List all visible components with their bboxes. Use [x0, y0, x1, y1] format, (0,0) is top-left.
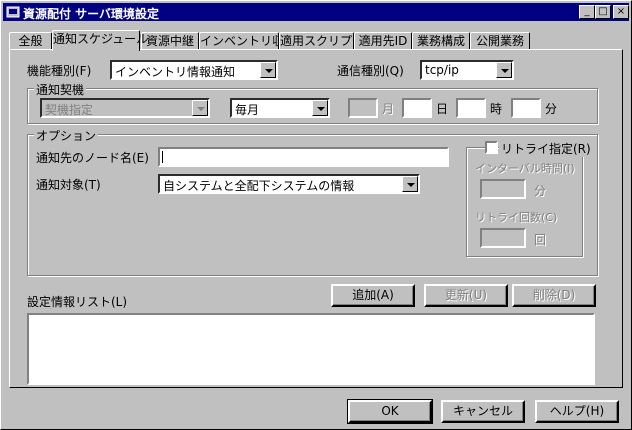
chevron-down-icon: [496, 62, 512, 78]
chevron-down-icon: [402, 176, 418, 192]
minute-label: 分: [545, 102, 558, 116]
delete-button[interactable]: 削除(D): [512, 284, 596, 307]
target-select[interactable]: 自システムと全配下システムの情報: [158, 174, 420, 194]
chevron-down-icon: [312, 100, 328, 116]
period-select[interactable]: 毎月: [230, 98, 330, 118]
hour-label: 時: [490, 102, 503, 116]
tab-panel: 機能種別(F) インベントリ情報通知 通信種別(Q) tcp/ip 通知契機 契…: [9, 49, 623, 388]
month-input[interactable]: [348, 98, 378, 118]
options-group: オプション 通知先のノード名(E) 通知対象(T) 自システムと全配下システムの…: [27, 127, 598, 276]
trigger-group: 通知契機 契機指定 毎月 月 日 時 分: [27, 81, 598, 124]
app-icon: [6, 6, 20, 18]
month-label: 月: [382, 102, 395, 116]
hour-input[interactable]: [456, 98, 486, 118]
close-button[interactable]: ×: [613, 5, 629, 19]
chevron-down-icon: [192, 100, 208, 116]
day-input[interactable]: [402, 98, 432, 118]
target-label: 通知対象(T): [36, 178, 101, 192]
retry-group: リトライ指定(R) インターバル時間(I) 分 リトライ回数(C) 回: [466, 140, 593, 257]
retry-label[interactable]: リトライ指定(R): [499, 140, 593, 157]
node-name-label: 通知先のノード名(E): [36, 151, 149, 165]
comm-type-label: 通信種別(Q): [337, 64, 404, 78]
tab-business-config[interactable]: 業務構成: [412, 32, 470, 50]
day-label: 日: [436, 102, 449, 116]
tab-script[interactable]: 適用スクリプト: [279, 32, 364, 50]
settings-list[interactable]: [27, 313, 595, 385]
tab-notify-schedule[interactable]: 通知スケジュール: [52, 30, 148, 51]
retry-count-input[interactable]: [480, 228, 526, 248]
trigger-group-title: 通知契機: [34, 81, 87, 98]
retry-checkbox[interactable]: [485, 141, 498, 154]
options-group-title: オプション: [34, 127, 99, 144]
help-button[interactable]: ヘルプ(H): [535, 400, 619, 423]
cancel-button[interactable]: キャンセル: [441, 400, 525, 423]
trigger-select[interactable]: 契機指定: [40, 98, 210, 118]
tab-general[interactable]: 全般: [9, 32, 52, 50]
interval-unit: 分: [534, 184, 547, 198]
comm-type-select[interactable]: tcp/ip: [420, 60, 514, 80]
ok-button[interactable]: OK: [347, 399, 433, 424]
interval-label: インターバル時間(I): [475, 162, 575, 175]
settings-window: 資源配付 サーバ環境設定 _ □ × 全般 通知スケジュール 資源中継 インベン…: [0, 0, 632, 430]
maximize-button[interactable]: □: [595, 5, 611, 19]
tab-target-id[interactable]: 適用先ID: [354, 32, 412, 50]
retry-count-unit: 回: [534, 233, 547, 247]
tab-public-business[interactable]: 公開業務: [470, 32, 530, 50]
title-bar[interactable]: 資源配付 サーバ環境設定 _ □ ×: [3, 3, 629, 21]
interval-input[interactable]: [480, 179, 526, 199]
settings-list-label: 設定情報リスト(L): [27, 295, 128, 309]
window-title: 資源配付 サーバ環境設定: [23, 7, 160, 21]
minimize-button[interactable]: _: [579, 5, 595, 19]
tab-relay[interactable]: 資源中継: [141, 32, 199, 50]
update-button[interactable]: 更新(U): [424, 284, 508, 307]
chevron-down-icon: [260, 62, 276, 78]
node-name-input[interactable]: [158, 147, 449, 167]
tab-inventory[interactable]: インベントリ収集: [199, 32, 296, 50]
add-button[interactable]: 追加(A): [331, 284, 415, 307]
function-type-select[interactable]: インベントリ情報通知: [110, 60, 278, 80]
retry-count-label: リトライ回数(C): [475, 211, 558, 224]
minute-input[interactable]: [511, 98, 541, 118]
function-type-label: 機能種別(F): [27, 64, 92, 78]
